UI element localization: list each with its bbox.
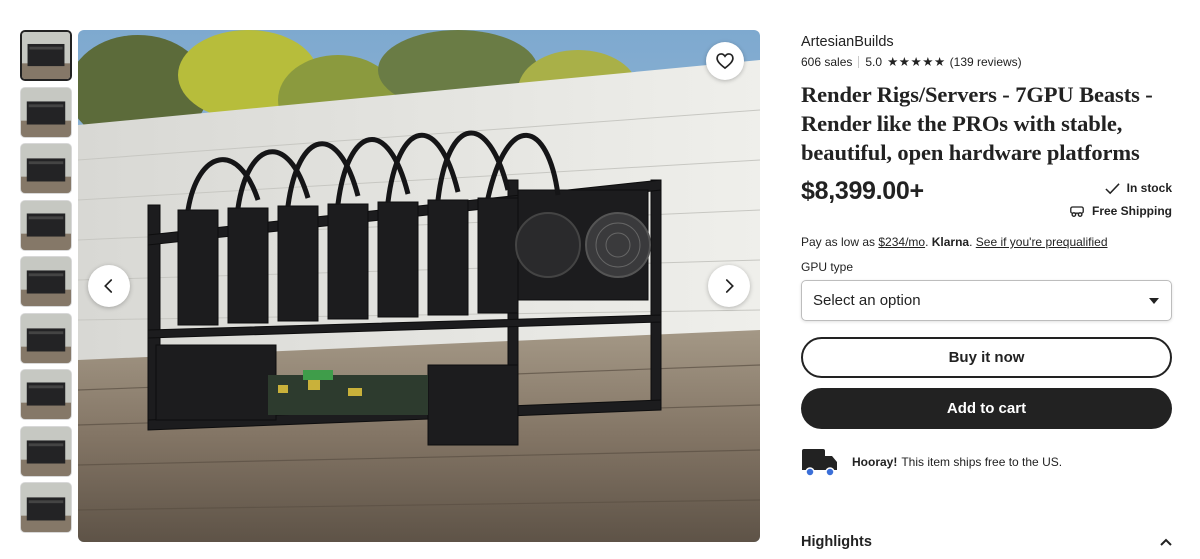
star-rating: ★ ★ ★ ★ ★ xyxy=(887,54,946,69)
free-shipping-note: Hooray! This item ships free to the US. xyxy=(801,446,1172,478)
thumbnail-image xyxy=(21,87,71,137)
thumbnail-image xyxy=(21,483,71,532)
chevron-left-icon xyxy=(104,279,113,293)
thumbnail-image xyxy=(21,313,71,363)
buy-it-now-button[interactable]: Buy it now xyxy=(801,337,1172,378)
divider xyxy=(858,55,860,68)
stock-status: In stock xyxy=(1105,181,1172,195)
financing-info: Pay as low as $234/mo. Klarna. See if yo… xyxy=(801,235,1172,249)
rating-value: 5.0 xyxy=(865,54,883,69)
star-icon: ★ xyxy=(933,55,946,69)
favorite-button[interactable] xyxy=(706,42,744,80)
chevron-up-icon xyxy=(1160,538,1172,546)
render-rig-photo xyxy=(78,30,760,542)
price-row: $8,399.00+ In stock Free Shipping xyxy=(801,177,1172,227)
financing-prefix: Pay as low as xyxy=(801,235,879,249)
thumbnail-image xyxy=(21,144,71,193)
review-count-link[interactable]: (139 reviews) xyxy=(950,55,1022,69)
thumbnail-image xyxy=(22,32,70,79)
stock-label: In stock xyxy=(1126,181,1172,195)
prequalify-link[interactable]: See if you're prequalified xyxy=(976,235,1108,249)
thumbnail[interactable] xyxy=(20,312,72,364)
ship-note-emphasis: Hooray! xyxy=(852,455,898,469)
highlights-section-toggle[interactable]: Highlights xyxy=(801,534,1172,550)
checkmark-icon xyxy=(1105,182,1120,194)
free-shipping-status: Free Shipping xyxy=(1069,204,1172,218)
thumbnail-image xyxy=(21,200,71,250)
thumbnail[interactable] xyxy=(20,143,72,194)
klarna-logo: Klarna xyxy=(931,235,970,249)
shop-name-link[interactable]: ArtesianBuilds xyxy=(801,32,1172,52)
delivery-truck-icon xyxy=(802,449,837,477)
listing-details: ArtesianBuilds 606 sales 5.0 ★ ★ ★ ★ ★ (139 … xyxy=(801,32,1172,478)
thumbnail-image xyxy=(21,370,71,419)
star-icon: ★ xyxy=(910,55,923,69)
caret-down-icon xyxy=(1149,297,1159,304)
next-image-button[interactable] xyxy=(708,265,750,307)
financing-dot: . xyxy=(925,235,932,249)
star-icon: ★ xyxy=(922,55,934,69)
add-to-cart-button[interactable]: Add to cart xyxy=(801,388,1172,429)
gpu-type-label: GPU type xyxy=(801,260,854,274)
chevron-right-icon xyxy=(725,279,734,293)
thumbnail-image xyxy=(21,257,71,306)
gpu-type-select[interactable]: Select an option xyxy=(801,280,1172,321)
shop-rating-row: 606 sales 5.0 ★ ★ ★ ★ ★ (139 reviews) xyxy=(801,53,1172,70)
thumbnail-image xyxy=(21,426,71,476)
thumbnail[interactable] xyxy=(20,369,72,420)
highlights-heading: Highlights xyxy=(801,534,872,550)
thumbnail-strip xyxy=(20,30,73,539)
thumbnail[interactable] xyxy=(20,199,72,251)
previous-image-button[interactable] xyxy=(88,265,130,307)
thumbnail[interactable] xyxy=(20,30,72,81)
star-icon: ★ xyxy=(887,55,899,69)
main-product-image xyxy=(78,30,760,542)
truck-icon xyxy=(1070,206,1084,218)
thumbnail[interactable] xyxy=(20,482,72,533)
free-shipping-label: Free Shipping xyxy=(1091,204,1172,218)
sales-count: 606 sales xyxy=(801,54,853,69)
thumbnail[interactable] xyxy=(20,86,72,138)
star-icon: ★ xyxy=(898,55,911,69)
financing-dot: . xyxy=(969,235,976,249)
heart-icon xyxy=(716,53,734,70)
ship-note-text: This item ships free to the US. xyxy=(901,455,1063,469)
monthly-payment-link[interactable]: $234/mo xyxy=(878,235,925,249)
select-value: Select an option xyxy=(813,292,921,309)
thumbnail[interactable] xyxy=(20,256,72,307)
thumbnail[interactable] xyxy=(20,425,72,477)
listing-title: Render Rigs/Servers - 7GPU Beasts - Rend… xyxy=(801,82,1153,165)
